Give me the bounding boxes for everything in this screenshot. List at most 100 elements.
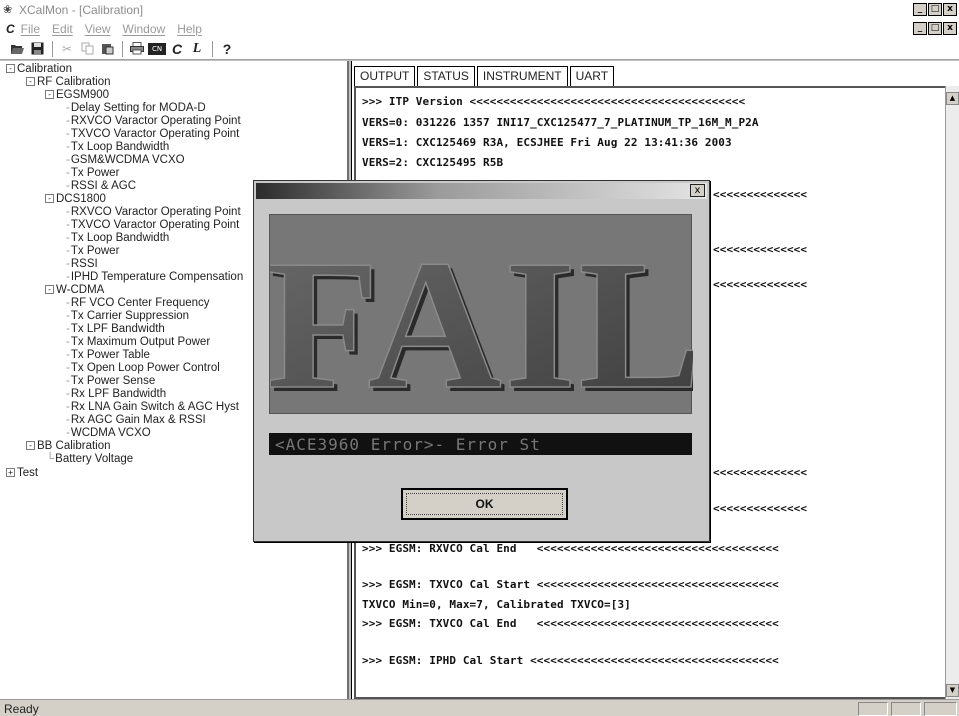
menu-file[interactable]: File	[21, 22, 40, 36]
log-line: >>> EGSM: TXVCO Cal Start <<<<<<<<<<<<<<…	[362, 578, 779, 591]
maximize-button[interactable]: □	[928, 3, 942, 16]
copy-icon[interactable]	[78, 40, 96, 58]
tab-uart[interactable]: UART	[569, 66, 615, 86]
toolbar-separator	[212, 40, 214, 57]
tab-status[interactable]: STATUS	[417, 66, 475, 86]
doc-close-button[interactable]: x	[943, 22, 957, 35]
tree-node-wcdma[interactable]: - W-CDMA	[45, 284, 104, 297]
error-message: <ACE3960 Error>- Error St	[275, 435, 541, 454]
log-icon[interactable]: L	[188, 40, 206, 58]
collapse-toggle-icon[interactable]: -	[26, 77, 35, 87]
log-line: VERS=2: CXC125495 R5B	[362, 156, 504, 169]
calibrate-icon[interactable]: C	[168, 40, 186, 58]
tree-leaf[interactable]: -GSM&WCDMA VCXO	[66, 154, 185, 167]
document-window-controls: _ □ x	[913, 22, 957, 35]
log-line: VERS=1: CXC125469 R3A, ECSJHEE Fri Aug 2…	[362, 136, 732, 149]
fail-text: FAIL	[270, 222, 693, 415]
log-line: VERS=0: 031226 1357 INI17_CXC125477_7_PL…	[362, 116, 759, 129]
menu-edit[interactable]: Edit	[52, 22, 73, 36]
tree-leaf[interactable]: -RSSI	[66, 258, 98, 271]
tree-leaf[interactable]: -Tx Carrier Suppression	[66, 310, 189, 323]
console-icon[interactable]: CN	[148, 40, 166, 58]
tree-leaf[interactable]: -Tx Power	[66, 167, 119, 180]
tree-node-egsm900[interactable]: - EGSM900	[45, 89, 109, 102]
app-icon[interactable]: ❀	[3, 3, 17, 17]
log-line: >>> EGSM: TXVCO Cal End <<<<<<<<<<<<<<<<…	[362, 617, 779, 630]
status-panel	[924, 702, 957, 716]
tree-node-rf-calibration[interactable]: - RF Calibration	[26, 76, 111, 89]
tree-leaf[interactable]: -RXVCO Varactor Operating Point	[66, 206, 241, 219]
error-marquee: <ACE3960 Error>- Error St	[269, 433, 692, 455]
log-line: <<<<<<<<<<<<<<	[713, 466, 808, 479]
menu-window[interactable]: Window	[123, 22, 166, 36]
tree-leaf[interactable]: -Delay Setting for MODA-D	[66, 102, 206, 115]
tree-node-calibration[interactable]: - Calibration	[6, 63, 72, 76]
doc-minimize-button[interactable]: _	[913, 22, 927, 35]
tree-leaf[interactable]: -TXVCO Varactor Operating Point	[66, 219, 239, 232]
toolbar: ✂ CN C L ?	[0, 38, 959, 60]
tree-node-test[interactable]: + Test	[6, 467, 38, 480]
log-line: <<<<<<<<<<<<<<	[713, 243, 808, 256]
collapse-toggle-icon[interactable]: -	[26, 441, 35, 451]
tree-leaf[interactable]: -Tx Power Sense	[66, 375, 155, 388]
tree-leaf[interactable]: -RXVCO Varactor Operating Point	[66, 115, 241, 128]
save-icon[interactable]	[28, 40, 46, 58]
tree-leaf[interactable]: -RF VCO Center Frequency	[66, 297, 210, 310]
tree-leaf[interactable]: -Tx LPF Bandwidth	[66, 323, 165, 336]
toolbar-separator	[52, 40, 54, 57]
log-line: TXVCO Min=0, Max=7, Calibrated TXVCO=[3]	[362, 598, 631, 611]
cut-icon[interactable]: ✂	[58, 40, 76, 58]
paste-icon[interactable]	[98, 40, 116, 58]
status-panel	[858, 702, 888, 716]
tree-leaf[interactable]: -Tx Power Table	[66, 349, 150, 362]
scroll-down-icon[interactable]: ▼	[946, 684, 959, 697]
document-icon[interactable]: C	[6, 22, 15, 36]
vertical-scrollbar[interactable]: ▲ ▼	[945, 86, 959, 699]
menu-bar: C File Edit View Window Help _ □ x	[0, 19, 959, 38]
menu-help[interactable]: Help	[177, 22, 202, 36]
window-controls: _ □ x	[913, 3, 957, 16]
tree-leaf[interactable]: -Tx Open Loop Power Control	[66, 362, 220, 375]
tree-leaf[interactable]: -Tx Maximum Output Power	[66, 336, 210, 349]
tree-leaf[interactable]: -RSSI & AGC	[66, 180, 136, 193]
dialog-title-bar[interactable]: x	[256, 183, 707, 199]
scroll-up-icon[interactable]: ▲	[946, 92, 959, 105]
dialog-close-button[interactable]: x	[690, 184, 705, 197]
log-line: >>> EGSM: RXVCO Cal End <<<<<<<<<<<<<<<<…	[362, 542, 779, 555]
collapse-toggle-icon[interactable]: -	[45, 285, 54, 295]
doc-maximize-button[interactable]: □	[928, 22, 942, 35]
tab-instrument[interactable]: INSTRUMENT	[476, 66, 568, 86]
open-icon[interactable]	[8, 40, 26, 58]
tree-leaf[interactable]: -Tx Power	[66, 245, 119, 258]
tree-leaf[interactable]: -Rx LNA Gain Switch & AGC Hyst	[66, 401, 239, 414]
print-icon[interactable]	[128, 40, 146, 58]
toolbar-separator	[122, 40, 124, 57]
log-line: >>> ITP Version <<<<<<<<<<<<<<<<<<<<<<<<…	[362, 95, 746, 108]
focus-rect	[406, 493, 563, 515]
window-title: XCalMon - [Calibration]	[19, 2, 144, 17]
tab-output[interactable]: OUTPUT	[354, 66, 416, 86]
tree-node-bb-calibration[interactable]: - BB Calibration	[26, 440, 111, 453]
expand-toggle-icon[interactable]: +	[6, 468, 15, 478]
tree-leaf[interactable]: -Rx AGC Gain Max & RSSI	[66, 414, 206, 427]
tree-leaf[interactable]: -IPHD Temperature Compensation	[66, 271, 243, 284]
collapse-toggle-icon[interactable]: -	[45, 90, 54, 100]
close-button[interactable]: x	[943, 3, 957, 16]
status-text: Ready	[4, 702, 39, 716]
minimize-button[interactable]: _	[913, 3, 927, 16]
status-panel	[891, 702, 921, 716]
tree-leaf[interactable]: -WCDMA VCXO	[66, 427, 151, 440]
tree-leaf[interactable]: -Tx Loop Bandwidth	[66, 141, 169, 154]
help-icon[interactable]: ?	[218, 40, 236, 58]
menu-view[interactable]: View	[85, 22, 111, 36]
collapse-toggle-icon[interactable]: -	[45, 194, 54, 204]
tree-leaf[interactable]: -TXVCO Varactor Operating Point	[66, 128, 239, 141]
tree-leaf[interactable]: -Rx LPF Bandwidth	[66, 388, 166, 401]
log-line: <<<<<<<<<<<<<<	[713, 278, 808, 291]
tree-leaf[interactable]: -Tx Loop Bandwidth	[66, 232, 169, 245]
collapse-toggle-icon[interactable]: -	[6, 64, 15, 74]
tree-leaf[interactable]: └Battery Voltage	[46, 453, 133, 466]
tab-bar: OUTPUT STATUS INSTRUMENT UART	[354, 66, 616, 86]
tree-node-dcs1800[interactable]: - DCS1800	[45, 193, 106, 206]
ok-button[interactable]: OK	[401, 488, 568, 520]
